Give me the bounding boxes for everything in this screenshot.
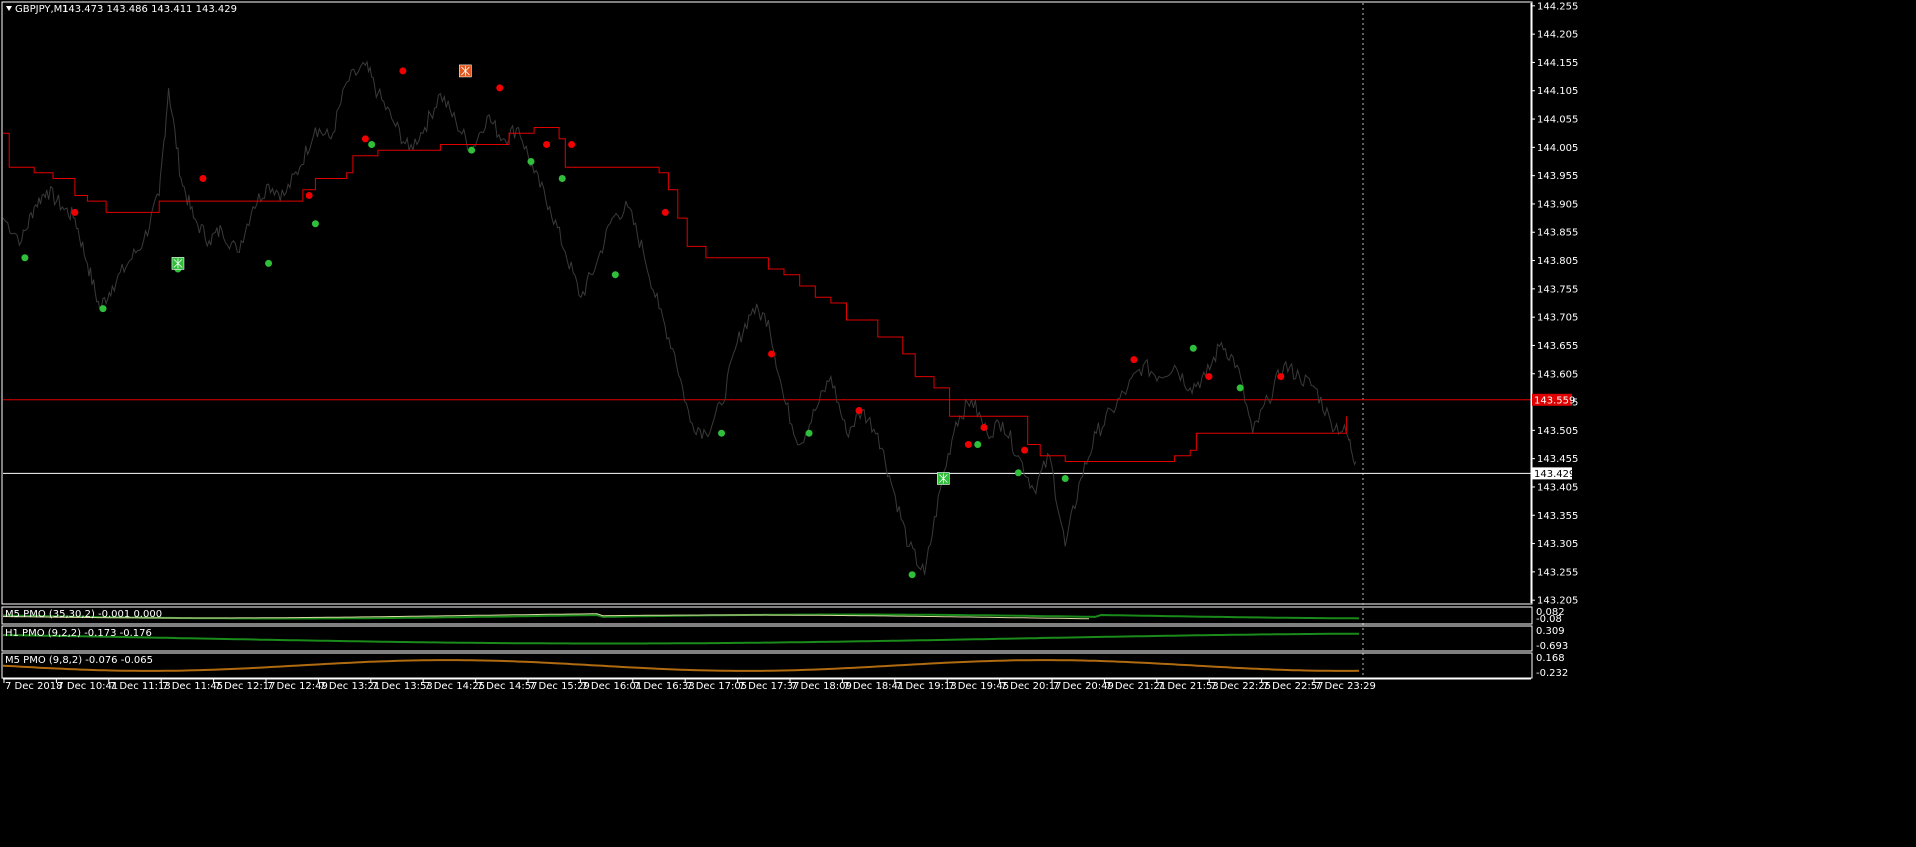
pmo-scale-bottom: -0.693 [1536, 641, 1568, 652]
pmo-scale-top: 0.309 [1536, 626, 1565, 637]
sell-signal-dot [496, 84, 504, 92]
pmo-label: H1 PMO (9,2,2) -0.173 -0.176 [5, 628, 152, 639]
sell-signal-dot [361, 135, 369, 143]
pmo-subwindow[interactable]: M5 PMO (9,8,2) -0.076 -0.065 0.168 -0.232 [1, 652, 1568, 679]
price-series-line [2, 60, 1357, 575]
price-tick-label: 143.405 [1537, 482, 1578, 493]
pmo-subwindow[interactable]: M5 PMO (35,30,2) -0.001 0.000 0.082-0.08 [1, 606, 1565, 625]
price-tick-label: 143.505 [1537, 426, 1578, 437]
price-tick-label: 143.355 [1537, 511, 1578, 522]
sell-signal-dot [1130, 356, 1138, 364]
alert-price-tag: 143.559 [1532, 393, 1575, 406]
dropdown-triangle-icon[interactable] [6, 6, 12, 11]
price-tick-label: 143.855 [1537, 228, 1578, 239]
pmo-subwindow[interactable]: H1 PMO (9,2,2) -0.173 -0.176 0.309 -0.693 [1, 625, 1568, 652]
buy-signal-dot [99, 305, 107, 313]
price-tick-label: 143.805 [1537, 256, 1578, 267]
svg-text:143.429: 143.429 [1534, 469, 1575, 480]
buy-signal-dot [21, 254, 29, 262]
sell-signal-dot [964, 441, 972, 449]
sell-signal-dot [855, 407, 863, 415]
price-tick-label: 143.205 [1537, 596, 1578, 607]
buy-signal-dot [527, 157, 535, 165]
price-tick-label: 144.255 [1537, 1, 1578, 12]
buy-signal-dot [368, 141, 376, 149]
buy-signal-dot [718, 429, 726, 437]
sell-signal-dot [768, 350, 776, 358]
price-tick-label: 143.705 [1537, 313, 1578, 324]
main-chart-frame [1, 1, 1533, 605]
buy-signal-dot [1236, 384, 1244, 392]
symbol-label: GBPJPY,M1 [15, 4, 69, 15]
price-tick-label: 143.305 [1537, 539, 1578, 550]
main-plot-area[interactable] [2, 3, 1531, 678]
sell-signal-dot [543, 141, 551, 149]
price-tick-label: 144.105 [1537, 86, 1578, 97]
sell-signal-dot [1021, 446, 1029, 454]
price-tick-label: 144.055 [1537, 115, 1578, 126]
price-tick-label: 143.255 [1537, 567, 1578, 578]
buy-signal-dot [311, 220, 319, 228]
buy-signal-dot [611, 271, 619, 279]
chart-title: GBPJPY,M1 143.473 143.486 143.411 143.42… [6, 4, 237, 15]
time-axis: 7 Dec 20187 Dec 10:417 Dec 11:137 Dec 11… [3, 678, 1531, 692]
sell-arrow-icon[interactable] [459, 64, 472, 78]
sell-signal-dot [1277, 373, 1285, 381]
sell-signal-dot [71, 208, 79, 216]
bid-price-tag: 143.429 [1532, 467, 1575, 480]
pmo-scale-bottom: -0.08 [1536, 614, 1562, 625]
pmo-scale-bottom: -0.232 [1536, 668, 1568, 679]
price-tick-label: 143.755 [1537, 284, 1578, 295]
price-tick-label: 144.155 [1537, 58, 1578, 69]
buy-signal-dot [1189, 344, 1197, 352]
sell-signal-dot [661, 208, 669, 216]
time-tick-label: 7 Dec 2018 [5, 681, 63, 692]
buy-signal-dot [558, 174, 566, 182]
sell-signal-dot [399, 67, 407, 75]
price-tick-label: 143.605 [1537, 369, 1578, 380]
buy-signal-dot [908, 571, 916, 579]
price-tick-label: 143.655 [1537, 341, 1578, 352]
price-tick-label: 144.005 [1537, 143, 1578, 154]
buy-signal-dot [805, 429, 813, 437]
sell-signal-dot [305, 191, 313, 199]
sell-signal-dot [199, 174, 207, 182]
sell-signal-dot [1205, 373, 1213, 381]
sell-signal-dot [980, 424, 988, 432]
chart-canvas[interactable]: 144.255 144.205 144.155 144.105 144.055 144.0… [0, 0, 1916, 847]
buy-signal-dot [1014, 469, 1022, 477]
pmo-label: M5 PMO (35,30,2) -0.001 0.000 [5, 609, 162, 620]
buy-arrow-icon[interactable] [937, 472, 950, 485]
price-axis: 144.255 144.205 144.155 144.105 144.055 144.0… [1530, 1, 1578, 607]
indicator-subwindows: M5 PMO (35,30,2) -0.001 0.000 0.082-0.08H… [1, 606, 1568, 679]
pmo-label: M5 PMO (9,8,2) -0.076 -0.065 [5, 655, 153, 666]
pmo-scale-top: 0.168 [1536, 653, 1565, 664]
pmo-line [3, 632, 1359, 645]
pmo-line [2, 659, 1360, 672]
price-tick-label: 144.205 [1537, 30, 1578, 41]
price-tick-label: 143.955 [1537, 171, 1578, 182]
buy-signal-dot [265, 259, 273, 267]
ohlc-label: 143.473 143.486 143.411 143.429 [62, 4, 237, 15]
buy-signal-dot [974, 441, 982, 449]
buy-signal-dot [468, 146, 476, 154]
svg-text:143.559: 143.559 [1534, 395, 1575, 406]
time-tick-label: 7 Dec 23:29 [1315, 681, 1376, 692]
buy-signal-dot [1061, 474, 1069, 482]
price-tick-label: 143.905 [1537, 199, 1578, 210]
buy-arrow-icon[interactable] [171, 257, 185, 270]
sell-signal-dot [568, 141, 576, 149]
price-tick-label: 143.455 [1537, 454, 1578, 465]
